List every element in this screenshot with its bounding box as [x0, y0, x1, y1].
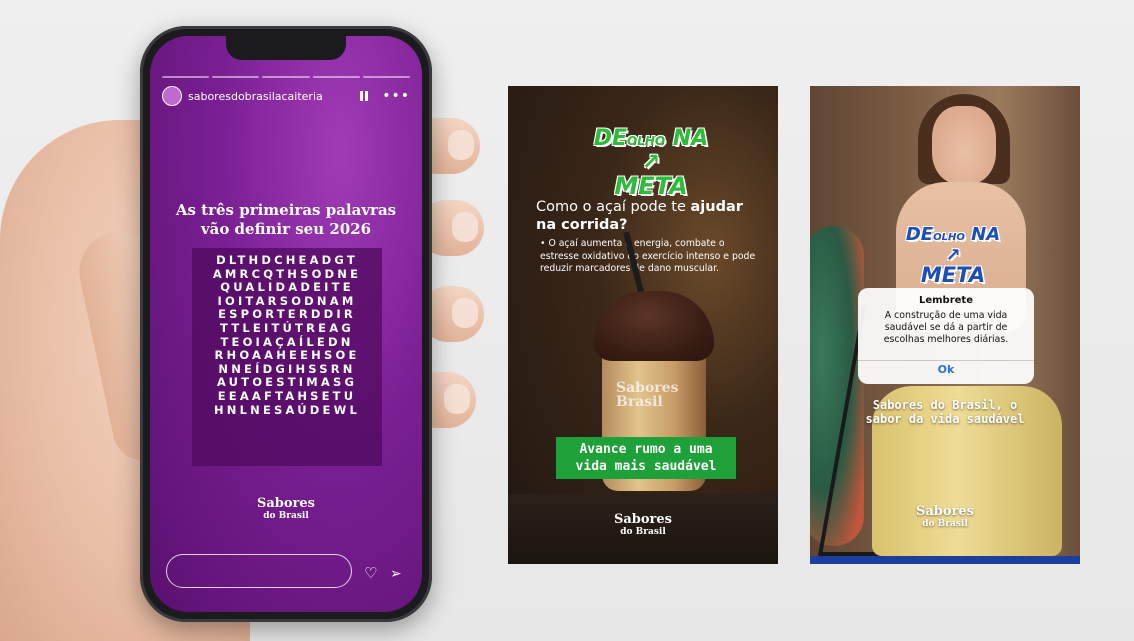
story-username[interactable]: saboresdobrasilacaiteria	[188, 90, 354, 103]
campaign-logo: DEOLHO NA ↗ META	[593, 126, 709, 200]
campaign-logo: DEOLHO NA ↗ META	[905, 224, 1001, 287]
phone: saboresdobrasilacaiteria ••• As três pri…	[140, 26, 432, 622]
story-title: As três primeiras palavras vão definir s…	[150, 201, 422, 239]
grid-row: AUTOESTIMASG	[216, 375, 358, 390]
grid-row: TTLEITÚTREAG	[220, 320, 354, 335]
grid-row: ESPORTERDDIR	[218, 307, 356, 322]
brand-logo: Sabores do Brasil	[256, 496, 315, 521]
story-screen: saboresdobrasilacaiteria ••• As três pri…	[150, 36, 422, 612]
poster-question: Como o açaí pode te ajudar na corrida?	[536, 199, 743, 233]
poster-acai-running: DEOLHO NA ↗ META Como o açaí pode te aju…	[508, 86, 778, 564]
heart-icon[interactable]: ♡	[364, 564, 377, 582]
poster-body: • O açaí aumenta a energia, combate o es…	[540, 238, 756, 274]
mockup-stage: saboresdobrasilacaiteria ••• As três pri…	[0, 0, 1134, 641]
dialog-title: Lembrete	[918, 295, 973, 306]
reply-input[interactable]	[166, 554, 352, 588]
grid-row: HNLNESAÚDEWL	[213, 402, 361, 417]
story-title-line2: vão definir seu 2026	[200, 220, 372, 238]
poster-tagline: Sabores do Brasil, o sabor da vida saudá…	[865, 398, 1025, 426]
story-header: saboresdobrasilacaiteria •••	[162, 86, 410, 106]
grid-row: RHOAAHEEHSOE	[214, 348, 360, 363]
grid-row: TEOIAÇAÍLEDN	[220, 334, 354, 349]
send-icon[interactable]: ➢	[390, 566, 402, 582]
grid-row: QUALIDADEITE	[220, 280, 354, 295]
woman-face	[932, 106, 996, 184]
story-progress	[162, 76, 411, 78]
ok-button[interactable]: Ok	[858, 363, 1034, 376]
grid-row: EEAAFTAHSETU	[217, 388, 357, 403]
grid-row: NNEÍDGIHSSRN	[218, 361, 356, 376]
dialog-text: A construção de uma vida saudável se dá …	[883, 310, 1009, 345]
story-title-line1: As três primeiras palavras	[175, 201, 397, 219]
brand-logo: Sabores do Brasil	[915, 504, 974, 529]
phone-notch	[226, 36, 346, 60]
grid-row: AMRCQTHSODNE	[212, 266, 362, 281]
bottom-bar	[810, 556, 1080, 564]
poster-reminder: DEOLHO NA ↗ META Lembrete A construção d…	[810, 86, 1080, 564]
grid-row: DLTHDCHEADGT	[216, 253, 358, 267]
reminder-dialog: Lembrete A construção de uma vida saudáv…	[858, 288, 1034, 384]
cta-banner: Avance rumo a uma vida mais saudável	[556, 437, 736, 479]
avatar[interactable]	[162, 86, 182, 106]
grid-row: IOITARSODNAM	[217, 293, 357, 308]
pause-icon[interactable]	[360, 91, 369, 101]
more-icon[interactable]: •••	[382, 88, 410, 104]
brand-logo: Sabores do Brasil	[613, 512, 672, 537]
word-search-grid: DLTHDCHEADGT AMRCQTHSODNE QUALIDADEITE I…	[192, 248, 382, 466]
